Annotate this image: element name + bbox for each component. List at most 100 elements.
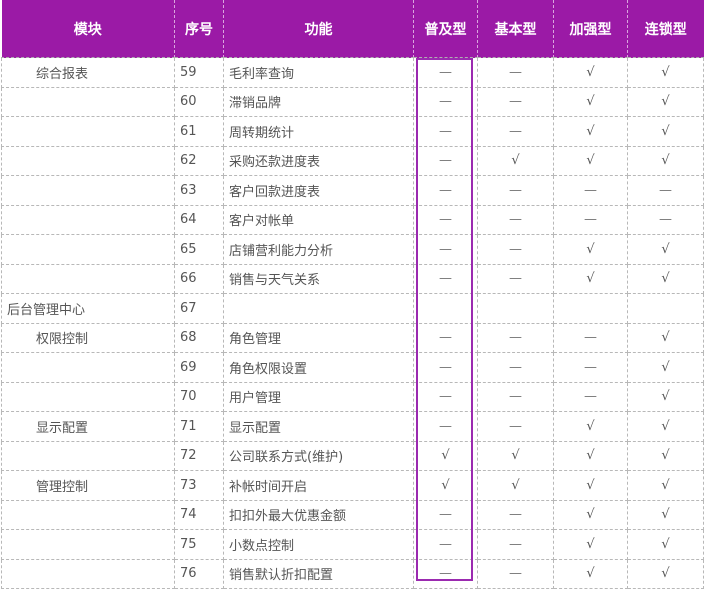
tier-enhanced-cell: √ — [553, 234, 628, 265]
header-tier-enhanced: 加强型 — [553, 0, 628, 58]
table-row: 66 销售与天气关系 — — √ √ — [1, 263, 704, 294]
tier-popular-cell: — — [413, 204, 478, 235]
tier-basic-cell: — — [477, 175, 554, 206]
tier-basic-cell: — — [477, 204, 554, 235]
seq-cell: 76 — [174, 558, 224, 589]
tier-popular-cell: — — [413, 529, 478, 560]
tier-enhanced-cell: √ — [553, 263, 628, 294]
seq-cell: 62 — [174, 145, 224, 176]
tier-enhanced-cell: — — [553, 204, 628, 235]
tier-enhanced-cell: √ — [553, 411, 628, 442]
tier-enhanced-cell: — — [553, 352, 628, 383]
module-cell — [1, 116, 175, 147]
seq-cell: 74 — [174, 499, 224, 530]
tier-chain-cell — [627, 293, 704, 324]
function-cell: 扣扣外最大优惠金额 — [223, 499, 414, 530]
table-row: 64 客户对帐单 — — — — — [1, 204, 704, 235]
tier-chain-cell: √ — [627, 86, 704, 117]
module-cell — [1, 145, 175, 176]
module-cell — [1, 263, 175, 294]
tier-basic-cell: √ — [477, 145, 554, 176]
tier-popular-cell: — — [413, 411, 478, 442]
module-cell: 管理控制 — [1, 470, 175, 501]
tier-chain-cell: √ — [627, 145, 704, 176]
tier-popular-cell: — — [413, 57, 478, 88]
tier-enhanced-cell: √ — [553, 86, 628, 117]
tier-basic-cell: — — [477, 263, 554, 294]
tier-popular-cell: — — [413, 499, 478, 530]
module-cell — [1, 529, 175, 560]
feature-comparison-table: 模块 序号 功能 普及型 基本型 加强型 连锁型 综合报表 59 毛利率查询 —… — [1, 0, 704, 589]
function-cell: 补帐时间开启 — [223, 470, 414, 501]
tier-enhanced-cell: √ — [553, 529, 628, 560]
tier-basic-cell: — — [477, 86, 554, 117]
module-cell — [1, 234, 175, 265]
header-function: 功能 — [223, 0, 414, 58]
tier-basic-cell: √ — [477, 440, 554, 471]
table-row: 后台管理中心 67 — [1, 293, 704, 324]
tier-popular-cell: √ — [413, 440, 478, 471]
tier-popular-cell: — — [413, 175, 478, 206]
function-cell: 周转期统计 — [223, 116, 414, 147]
seq-cell: 68 — [174, 322, 224, 353]
tier-popular-cell: — — [413, 234, 478, 265]
tier-enhanced-cell: √ — [553, 440, 628, 471]
table-row: 61 周转期统计 — — √ √ — [1, 116, 704, 147]
table-row: 60 滞销品牌 — — √ √ — [1, 86, 704, 117]
function-cell: 角色权限设置 — [223, 352, 414, 383]
tier-enhanced-cell: √ — [553, 558, 628, 589]
tier-chain-cell: √ — [627, 440, 704, 471]
tier-chain-cell: √ — [627, 411, 704, 442]
header-tier-basic: 基本型 — [477, 0, 554, 58]
tier-enhanced-cell: √ — [553, 116, 628, 147]
seq-cell: 69 — [174, 352, 224, 383]
tier-basic-cell: — — [477, 352, 554, 383]
tier-enhanced-cell: — — [553, 175, 628, 206]
tier-basic-cell: √ — [477, 470, 554, 501]
tier-chain-cell: √ — [627, 470, 704, 501]
function-cell — [223, 293, 414, 324]
tier-chain-cell: √ — [627, 263, 704, 294]
seq-cell: 75 — [174, 529, 224, 560]
seq-cell: 71 — [174, 411, 224, 442]
header-seq: 序号 — [174, 0, 224, 58]
tier-popular-cell: — — [413, 263, 478, 294]
table-row: 63 客户回款进度表 — — — — — [1, 175, 704, 206]
tier-popular-cell: √ — [413, 470, 478, 501]
tier-popular-cell: — — [413, 86, 478, 117]
tier-chain-cell: — — [627, 204, 704, 235]
function-cell: 客户回款进度表 — [223, 175, 414, 206]
table-header-row: 模块 序号 功能 普及型 基本型 加强型 连锁型 — [1, 0, 704, 58]
function-cell: 用户管理 — [223, 381, 414, 412]
tier-enhanced-cell — [553, 293, 628, 324]
seq-cell: 72 — [174, 440, 224, 471]
table-row: 74 扣扣外最大优惠金额 — — √ √ — [1, 499, 704, 530]
tier-basic-cell: — — [477, 558, 554, 589]
tier-chain-cell: √ — [627, 529, 704, 560]
tier-popular-cell: — — [413, 322, 478, 353]
tier-basic-cell: — — [477, 234, 554, 265]
seq-cell: 64 — [174, 204, 224, 235]
tier-enhanced-cell: √ — [553, 499, 628, 530]
module-cell: 综合报表 — [1, 57, 175, 88]
function-cell: 小数点控制 — [223, 529, 414, 560]
tier-basic-cell — [477, 293, 554, 324]
module-cell — [1, 381, 175, 412]
table-row: 权限控制 68 角色管理 — — — √ — [1, 322, 704, 353]
tier-popular-cell — [413, 293, 478, 324]
tier-popular-cell: — — [413, 145, 478, 176]
tier-chain-cell: √ — [627, 352, 704, 383]
tier-chain-cell: √ — [627, 322, 704, 353]
tier-popular-cell: — — [413, 558, 478, 589]
seq-cell: 61 — [174, 116, 224, 147]
module-cell: 权限控制 — [1, 322, 175, 353]
header-tier-popular: 普及型 — [413, 0, 478, 58]
seq-cell: 66 — [174, 263, 224, 294]
seq-cell: 70 — [174, 381, 224, 412]
table-row: 综合报表 59 毛利率查询 — — √ √ — [1, 57, 704, 88]
table-row: 管理控制 73 补帐时间开启 √ √ √ √ — [1, 470, 704, 501]
module-cell — [1, 86, 175, 117]
module-cell — [1, 558, 175, 589]
tier-enhanced-cell: √ — [553, 470, 628, 501]
tier-popular-cell: — — [413, 116, 478, 147]
